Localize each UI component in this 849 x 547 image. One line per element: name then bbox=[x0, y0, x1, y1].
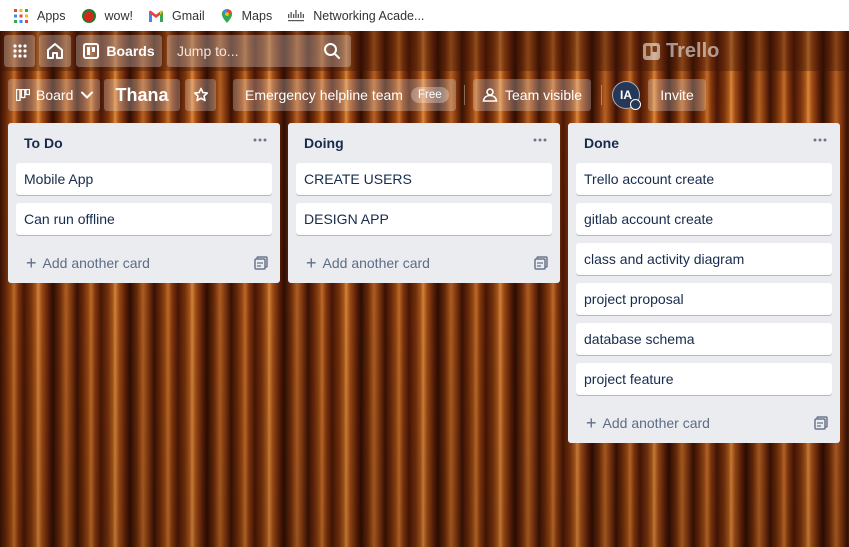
bookmark-label: Networking Acade... bbox=[313, 8, 425, 23]
team-visible-icon bbox=[482, 88, 498, 102]
boards-icon bbox=[83, 43, 100, 59]
bookmark-label: Apps bbox=[37, 8, 66, 23]
list-todo: To Do Mobile App Can run offline + Add a… bbox=[8, 123, 280, 283]
trello-logo-icon bbox=[643, 42, 660, 60]
list-actions-button[interactable] bbox=[532, 133, 548, 149]
list-footer: + Add another card bbox=[288, 243, 560, 283]
trello-logo[interactable]: Trello bbox=[643, 40, 719, 62]
card[interactable]: Mobile App bbox=[16, 163, 272, 195]
plus-icon: + bbox=[26, 253, 37, 273]
add-card-label: Add another card bbox=[322, 255, 430, 271]
bookmark-apps[interactable]: Apps bbox=[14, 8, 66, 23]
bookmark-label: wow! bbox=[104, 8, 133, 23]
list-header: To Do bbox=[8, 123, 280, 163]
card-template-icon[interactable] bbox=[534, 256, 548, 270]
boards-button[interactable]: Boards bbox=[76, 35, 162, 67]
card[interactable]: Trello account create bbox=[576, 163, 832, 195]
list-header: Doing bbox=[288, 123, 560, 163]
list-actions-button[interactable] bbox=[812, 133, 828, 149]
apps-grid-icon bbox=[14, 8, 28, 23]
card[interactable]: project feature bbox=[576, 363, 832, 395]
avatar-initials: IA bbox=[620, 88, 632, 102]
team-button[interactable]: Emergency helpline team Free bbox=[233, 79, 456, 111]
grid-icon bbox=[12, 44, 27, 58]
card[interactable]: DESIGN APP bbox=[296, 203, 552, 235]
boards-label: Boards bbox=[106, 43, 155, 59]
add-card-button[interactable]: + Add another card bbox=[586, 413, 710, 433]
home-icon bbox=[47, 43, 63, 59]
header-divider bbox=[601, 85, 602, 105]
card[interactable]: gitlab account create bbox=[576, 203, 832, 235]
add-card-button[interactable]: + Add another card bbox=[26, 253, 150, 273]
list-title[interactable]: To Do bbox=[24, 135, 63, 151]
more-icon bbox=[253, 138, 267, 142]
list-actions-button[interactable] bbox=[252, 133, 268, 149]
board-title[interactable]: Thana bbox=[104, 79, 180, 111]
app-switcher-button[interactable] bbox=[4, 35, 35, 67]
card[interactable]: project proposal bbox=[576, 283, 832, 315]
card[interactable]: database schema bbox=[576, 323, 832, 355]
bookmarks-bar: Apps wow! Gmail Maps Networking Acade... bbox=[0, 0, 849, 31]
search-box[interactable] bbox=[167, 35, 351, 67]
bookmark-label: Maps bbox=[241, 8, 273, 23]
logo-text: Trello bbox=[666, 39, 720, 62]
bookmark-maps[interactable]: Maps bbox=[221, 8, 273, 24]
list-doing: Doing CREATE USERS DESIGN APP + Add anot… bbox=[288, 123, 560, 283]
search-input[interactable] bbox=[175, 42, 319, 60]
star-icon bbox=[193, 87, 208, 102]
board-view-switcher[interactable]: Board bbox=[8, 79, 100, 111]
card-template-icon[interactable] bbox=[254, 256, 268, 270]
invite-button[interactable]: Invite bbox=[648, 79, 706, 111]
gmail-icon bbox=[148, 10, 163, 22]
plus-icon: + bbox=[306, 253, 317, 273]
visibility-button[interactable]: Team visible bbox=[473, 79, 591, 111]
card-template-icon[interactable] bbox=[814, 416, 828, 430]
add-card-label: Add another card bbox=[42, 255, 150, 271]
header-divider bbox=[464, 85, 465, 105]
invite-label: Invite bbox=[660, 87, 694, 103]
wow-icon bbox=[81, 8, 96, 23]
list-footer: + Add another card bbox=[8, 243, 280, 283]
board-view-icon bbox=[16, 89, 30, 101]
add-card-button[interactable]: + Add another card bbox=[306, 253, 430, 273]
add-card-label: Add another card bbox=[602, 415, 710, 431]
list-header: Done bbox=[568, 123, 840, 163]
bookmark-wow[interactable]: wow! bbox=[81, 8, 133, 23]
plan-badge: Free bbox=[410, 87, 449, 103]
list-done: Done Trello account create gitlab accoun… bbox=[568, 123, 840, 443]
visibility-label: Team visible bbox=[505, 87, 583, 103]
search-icon[interactable] bbox=[323, 42, 341, 60]
team-name: Emergency helpline team bbox=[245, 87, 403, 103]
card[interactable]: CREATE USERS bbox=[296, 163, 552, 195]
list-title[interactable]: Doing bbox=[304, 135, 344, 151]
admin-badge-icon bbox=[630, 99, 641, 110]
bookmark-networking[interactable]: Networking Acade... bbox=[288, 9, 424, 23]
member-avatar[interactable]: IA bbox=[612, 81, 641, 110]
chevron-down-icon bbox=[81, 91, 94, 99]
maps-icon bbox=[221, 8, 232, 23]
bookmark-label: Gmail bbox=[171, 8, 205, 23]
plus-icon: + bbox=[586, 413, 597, 433]
home-button[interactable] bbox=[39, 35, 71, 67]
bookmark-gmail[interactable]: Gmail bbox=[148, 8, 205, 23]
more-icon bbox=[813, 138, 827, 142]
card[interactable]: class and activity diagram bbox=[576, 243, 832, 275]
board-menu-label: Board bbox=[36, 87, 74, 103]
star-board-button[interactable] bbox=[185, 79, 216, 111]
card[interactable]: Can run offline bbox=[16, 203, 272, 235]
cisco-icon bbox=[288, 9, 305, 21]
top-header: Boards Trello bbox=[0, 31, 849, 71]
list-footer: + Add another card bbox=[568, 403, 840, 443]
more-icon bbox=[533, 138, 547, 142]
list-title[interactable]: Done bbox=[584, 135, 619, 151]
